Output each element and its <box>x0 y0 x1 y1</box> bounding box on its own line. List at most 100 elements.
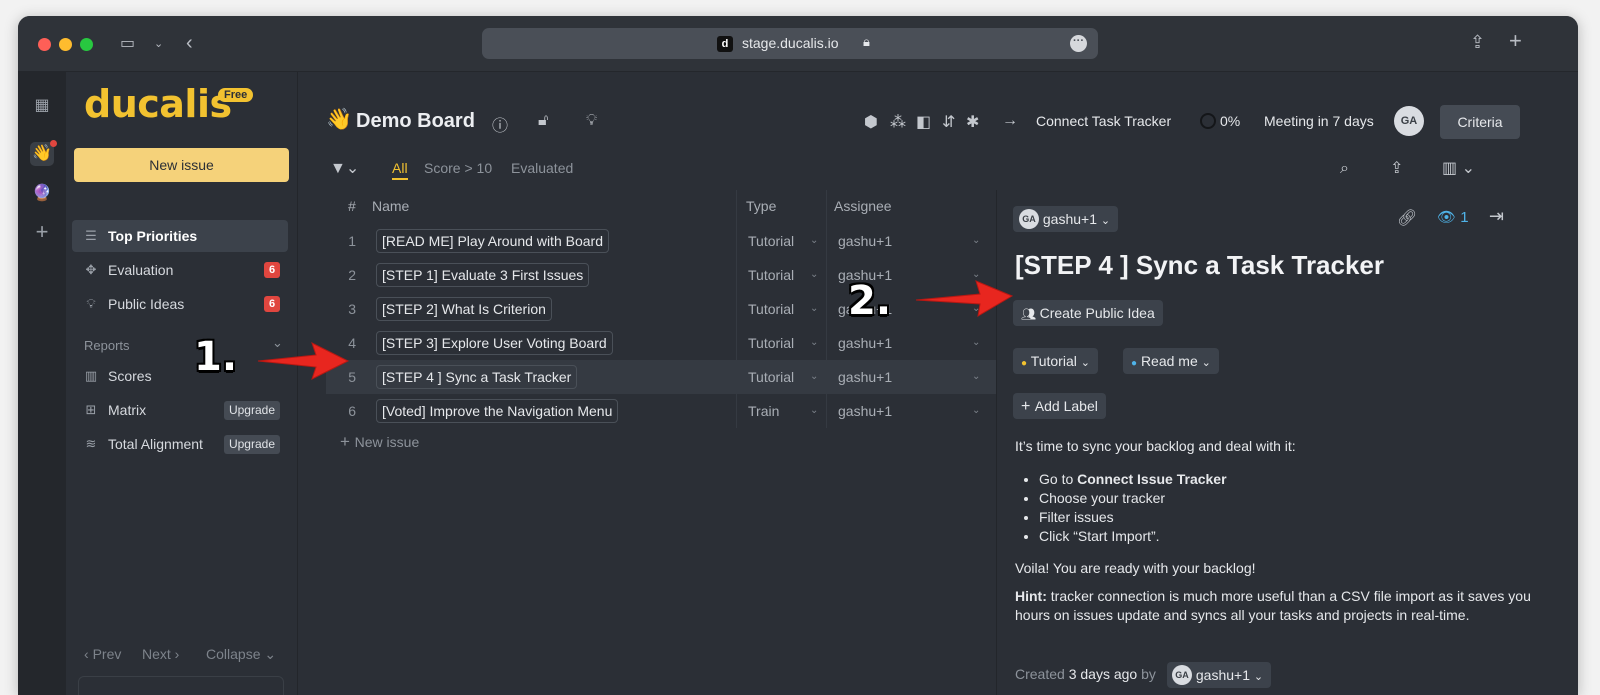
info-icon[interactable]: ⓘ <box>492 112 508 136</box>
jira-icon[interactable]: ⬢ <box>864 112 878 132</box>
table-row[interactable]: 4 [STEP 3] Explore User Voting Board Tut… <box>326 326 996 360</box>
label-read-me-dropdown[interactable]: ● Read me ⌄ <box>1123 348 1219 374</box>
apps-grid-icon[interactable]: ▦ <box>30 94 54 118</box>
issue-type[interactable]: Tutorial <box>748 360 794 394</box>
sidebar: ducalis Free New issue ☰ Top Priorities … <box>66 72 298 695</box>
issue-type[interactable]: Train <box>748 394 779 428</box>
label-tutorial-dropdown[interactable]: ● Tutorial ⌄ <box>1013 348 1098 374</box>
watch-button[interactable]: 👁︎ 1 <box>1437 208 1469 226</box>
table-header <box>326 190 996 222</box>
annotation-number-1: 1. <box>194 334 238 380</box>
chevron-down-icon: ⌄ <box>972 371 981 382</box>
issue-name[interactable]: [READ ME] Play Around with Board <box>376 229 609 253</box>
criteria-button[interactable]: Criteria <box>1440 105 1520 139</box>
issue-type[interactable]: Tutorial <box>748 292 794 326</box>
issue-assignee[interactable]: gashu+1 <box>838 394 892 428</box>
issue-name[interactable]: [STEP 3] Explore User Voting Board <box>376 331 613 355</box>
notification-dot <box>50 140 57 147</box>
issue-title[interactable]: [STEP 4 ] Sync a Task Tracker <box>1015 250 1384 281</box>
sidebar-item-public-ideas[interactable]: 💡︎ Public Ideas 6 <box>72 288 288 320</box>
lightbulb-icon[interactable]: 💡︎ <box>586 112 597 130</box>
matrix-icon: ⊞ <box>85 402 97 417</box>
filter-all-tab[interactable]: All <box>392 160 408 180</box>
plus-icon: + <box>1021 398 1035 415</box>
prev-button[interactable]: ‹ Prev <box>84 646 121 662</box>
issue-type[interactable]: Tutorial <box>748 224 794 258</box>
column-header-name[interactable]: Name <box>372 190 409 222</box>
next-button[interactable]: Next › <box>142 646 179 662</box>
chevron-down-icon[interactable]: ⌄ <box>154 36 163 52</box>
issue-name[interactable]: [Voted] Improve the Navigation Menu <box>376 399 619 423</box>
table-row[interactable]: 2 [STEP 1] Evaluate 3 First Issues Tutor… <box>326 258 996 292</box>
new-issue-button[interactable]: New issue <box>74 148 289 182</box>
issue-name[interactable]: [STEP 4 ] Sync a Task Tracker <box>376 365 578 389</box>
filter-icon[interactable]: ▼⌄ <box>330 158 359 178</box>
lightbulb-icon: 💡︎ <box>86 296 96 311</box>
issue-assignee[interactable]: gashu+1 <box>838 326 892 360</box>
asana-icon[interactable]: ⁂ <box>890 112 906 132</box>
board-title[interactable]: Demo Board <box>356 110 475 133</box>
filter-score-tab[interactable]: Score > 10 <box>424 160 492 176</box>
new-tab-icon[interactable]: + <box>1509 30 1522 52</box>
link-icon[interactable]: 🔗︎ <box>1397 208 1417 228</box>
creator-dropdown[interactable]: GA gashu+1 ⌄ <box>1167 662 1272 688</box>
filter-evaluated-tab[interactable]: Evaluated <box>511 160 573 176</box>
issue-assignee[interactable]: gashu+1 <box>838 224 892 258</box>
unlock-icon[interactable]: 🔓︎ <box>538 112 548 130</box>
column-header-type[interactable]: Type <box>746 190 776 222</box>
issue-assignee[interactable]: gashu+1 <box>838 360 892 394</box>
sidebar-bottom-box <box>78 676 284 695</box>
chevron-down-icon: ⌄ <box>810 337 819 348</box>
table-row[interactable]: 6 [Voted] Improve the Navigation Menu Tr… <box>326 394 996 428</box>
created-by: by <box>1141 666 1156 682</box>
columns-view-icon[interactable]: ▥ ⌄ <box>1442 158 1475 178</box>
share-icon[interactable]: ⇪ <box>1470 33 1485 51</box>
upgrade-badge[interactable]: Upgrade <box>223 435 280 454</box>
table-row-selected[interactable]: 5 [STEP 4 ] Sync a Task Tracker Tutorial… <box>326 360 996 394</box>
row-number: 6 <box>348 403 356 419</box>
sidebar-item-evaluation[interactable]: ✥ Evaluation 6 <box>72 254 288 286</box>
issue-name[interactable]: [STEP 1] Evaluate 3 First Issues <box>376 263 590 287</box>
issue-type[interactable]: Tutorial <box>748 258 794 292</box>
connect-task-tracker-link[interactable]: Connect Task Tracker <box>1036 113 1171 129</box>
issue-type[interactable]: Tutorial <box>748 326 794 360</box>
table-row[interactable]: 3 [STEP 2] What Is Criterion Tutorial ⌄ g… <box>326 292 996 326</box>
add-label-button[interactable]: + Add Label <box>1013 393 1106 419</box>
sidebar-toggle-icon[interactable]: ▭ <box>120 36 135 52</box>
column-header-assignee[interactable]: Assignee <box>834 190 892 222</box>
sidebar-item-matrix[interactable]: ⊞ Matrix Upgrade <box>72 394 288 426</box>
issue-name[interactable]: [STEP 2] What Is Criterion <box>376 297 552 321</box>
assignee-dropdown[interactable]: GA gashu+1 ⌄ <box>1013 206 1119 232</box>
minimize-window-button[interactable] <box>59 38 72 51</box>
sidebar-item-label: Scores <box>108 368 152 384</box>
free-plan-badge: Free <box>218 88 254 102</box>
export-icon[interactable]: ⇪ <box>1390 158 1403 178</box>
search-icon[interactable]: ⌕ <box>1340 160 1349 178</box>
new-issue-row-button[interactable]: + New issue <box>340 432 419 452</box>
collapse-button[interactable]: Collapse ⌄ <box>206 646 276 663</box>
zoom-window-button[interactable] <box>80 38 93 51</box>
close-window-button[interactable] <box>38 38 51 51</box>
user-avatar[interactable]: GA <box>1394 106 1424 136</box>
address-bar[interactable]: d stage.ducalis.io 🔒︎ ··· <box>482 28 1098 59</box>
sidebar-item-total-alignment[interactable]: ≋ Total Alignment Upgrade <box>72 428 288 460</box>
back-icon[interactable]: ‹ <box>186 33 193 53</box>
collapse-panel-icon[interactable]: ⇥ <box>1489 206 1504 227</box>
asterisk-icon[interactable]: ✱ <box>966 112 979 132</box>
add-board-icon[interactable]: + <box>30 220 54 244</box>
table-row[interactable]: 1 [READ ME] Play Around with Board Tutor… <box>326 224 996 258</box>
more-icon[interactable]: ··· <box>1070 35 1087 52</box>
sidebar-item-top-priorities[interactable]: ☰ Top Priorities <box>72 220 288 252</box>
hint-text: tracker connection is much more useful t… <box>1015 588 1531 623</box>
board-crystal-icon[interactable]: 🔮 <box>30 182 54 206</box>
upgrade-badge[interactable]: Upgrade <box>223 401 280 420</box>
chevron-down-icon: ⌄ <box>1080 357 1090 369</box>
trello-icon[interactable]: ◧ <box>916 112 931 132</box>
create-public-idea-button[interactable]: 👥︎ Create Public Idea <box>1013 300 1163 326</box>
add-label-text: Add Label <box>1034 398 1098 414</box>
chevron-down-icon: ⌄ <box>810 405 819 416</box>
next-label: Next <box>142 646 171 662</box>
meeting-link[interactable]: Meeting in 7 days <box>1264 113 1374 129</box>
sidebar-item-label: Evaluation <box>108 262 174 278</box>
sync-icon[interactable]: ⇵ <box>942 112 955 132</box>
